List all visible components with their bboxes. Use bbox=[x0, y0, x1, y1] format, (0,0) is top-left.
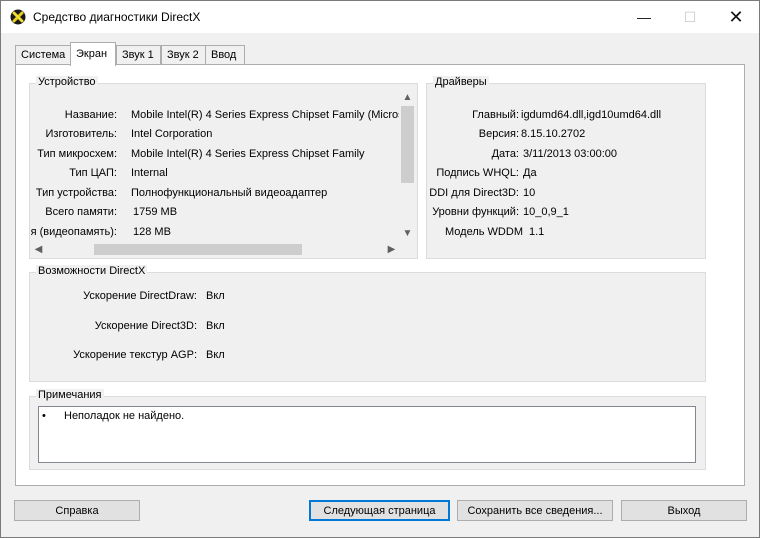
driver-row-version: Версия: 8.15.10.2702 bbox=[431, 128, 701, 146]
scrollbar-corner bbox=[399, 242, 416, 257]
exit-button[interactable]: Выход bbox=[621, 500, 747, 521]
bullet-icon: • bbox=[42, 410, 46, 422]
tab-label: Ввод bbox=[211, 49, 237, 61]
notes-text: Неполадок не найдено. bbox=[64, 410, 185, 422]
device-label: Тип микросхем: bbox=[37, 148, 117, 160]
feature-label: Ускорение Direct3D: bbox=[94, 320, 197, 332]
driver-value: 3/11/2013 03:00:00 bbox=[523, 148, 617, 160]
device-row-chip-type: Тип микросхем: Mobile Intel(R) 4 Series … bbox=[31, 148, 399, 166]
tab-label: Система bbox=[21, 49, 66, 61]
device-value: 1759 MB bbox=[133, 206, 178, 218]
horizontal-scroll-thumb[interactable] bbox=[94, 244, 302, 255]
device-label: Всего памяти: bbox=[45, 206, 117, 218]
device-value: 128 MB bbox=[133, 226, 171, 238]
driver-label: Версия: bbox=[478, 128, 519, 140]
device-label: Тип устройства: bbox=[35, 187, 117, 199]
feature-value: Вкл bbox=[206, 290, 225, 302]
driver-row-wddm-model: Модель WDDM 1.1 bbox=[431, 226, 701, 244]
device-info-list: Название: Mobile Intel(R) 4 Series Expre… bbox=[31, 101, 399, 242]
title-bar: Средство диагностики DirectX — ☐ ✕ bbox=[1, 1, 759, 33]
driver-value: 10_0,9_1 bbox=[523, 206, 569, 218]
help-button[interactable]: Справка bbox=[14, 500, 140, 521]
device-value: Полнофункциональный видеоадаптер bbox=[131, 187, 328, 199]
driver-row-feature-levels: Уровни функций: 10_0,9_1 bbox=[431, 206, 701, 224]
next-page-button[interactable]: Следующая страница bbox=[309, 500, 450, 521]
driver-value: Да bbox=[523, 167, 537, 179]
driver-label: Дата: bbox=[491, 148, 519, 160]
maximize-button[interactable]: ☐ bbox=[667, 1, 713, 33]
device-row-name: Название: Mobile Intel(R) 4 Series Expre… bbox=[31, 109, 399, 127]
driver-row-main: Главный: igdumd64.dll,igd10umd64.dll bbox=[431, 109, 701, 127]
driver-label: Модель WDDM bbox=[445, 226, 523, 238]
save-all-info-button-label: Сохранить все сведения... bbox=[467, 504, 603, 517]
tab-sound-1[interactable]: Звук 1 bbox=[116, 45, 161, 65]
feature-label: Ускорение DirectDraw: bbox=[83, 290, 197, 302]
driver-row-date: Дата: 3/11/2013 03:00:00 bbox=[431, 148, 701, 166]
tab-label: Звук 1 bbox=[122, 49, 154, 61]
drivers-group-title: Драйверы bbox=[433, 76, 489, 88]
driver-row-whql: Подпись WHQL: Да bbox=[431, 167, 701, 185]
scroll-right-icon[interactable]: ▶ bbox=[384, 242, 399, 257]
device-vertical-scrollbar[interactable]: ▲ ▼ bbox=[399, 89, 416, 242]
feature-value: Вкл bbox=[206, 320, 225, 332]
help-button-label: Справка bbox=[55, 504, 99, 517]
device-value: Internal bbox=[131, 167, 168, 179]
driver-value: 1.1 bbox=[529, 226, 545, 238]
feature-row-direct3d: Ускорение Direct3D: Вкл bbox=[41, 320, 341, 338]
feature-value: Вкл bbox=[206, 349, 225, 361]
tab-input[interactable]: Ввод bbox=[205, 45, 245, 65]
scroll-up-icon[interactable]: ▲ bbox=[399, 89, 416, 106]
driver-label: Подпись WHQL: bbox=[436, 167, 519, 179]
notes-textbox[interactable]: • Неполадок не найдено. bbox=[38, 406, 696, 463]
close-button[interactable]: ✕ bbox=[713, 1, 759, 33]
device-row-device-type: Тип устройства: Полнофункциональный виде… bbox=[31, 187, 399, 205]
directx-icon bbox=[10, 9, 26, 25]
device-label: я (видеопамять): bbox=[31, 226, 117, 238]
device-horizontal-scrollbar[interactable]: ◀ ▶ bbox=[31, 242, 399, 257]
scroll-down-icon[interactable]: ▼ bbox=[399, 225, 416, 242]
feature-row-directdraw: Ускорение DirectDraw: Вкл bbox=[41, 290, 341, 308]
driver-row-ddi: DDI для Direct3D: 10 bbox=[429, 187, 701, 205]
driver-value: igdumd64.dll,igd10umd64.dll bbox=[521, 109, 662, 121]
device-group-title: Устройство bbox=[36, 76, 98, 88]
device-label: Название: bbox=[64, 109, 117, 121]
tab-label: Экран bbox=[76, 48, 108, 60]
device-row-manufacturer: Изготовитель: Intel Corporation bbox=[31, 128, 399, 146]
tab-sound-2[interactable]: Звук 2 bbox=[161, 45, 206, 65]
feature-row-agp-texture: Ускорение текстур AGP: Вкл bbox=[41, 349, 341, 367]
device-value: Mobile Intel(R) 4 Series Express Chipset… bbox=[131, 109, 399, 121]
device-label: Тип ЦАП: bbox=[69, 167, 117, 179]
device-value: Mobile Intel(R) 4 Series Express Chipset… bbox=[131, 148, 365, 160]
scroll-left-icon[interactable]: ◀ bbox=[31, 242, 46, 257]
directx-diagnostic-window: Средство диагностики DirectX — ☐ ✕ Систе… bbox=[0, 0, 760, 538]
next-page-button-label: Следующая страница bbox=[323, 504, 436, 517]
feature-label: Ускорение текстур AGP: bbox=[73, 349, 197, 361]
driver-label: DDI для Direct3D: bbox=[429, 187, 519, 199]
driver-value: 8.15.10.2702 bbox=[521, 128, 586, 140]
exit-button-label: Выход bbox=[667, 504, 701, 517]
tab-display[interactable]: Экран bbox=[70, 42, 116, 66]
device-label: Изготовитель: bbox=[45, 128, 118, 140]
tab-system[interactable]: Система bbox=[15, 45, 71, 65]
device-value: Intel Corporation bbox=[131, 128, 213, 140]
directx-features-title: Возможности DirectX bbox=[36, 265, 148, 277]
minimize-button[interactable]: — bbox=[621, 1, 667, 33]
notes-group-title: Примечания bbox=[36, 389, 104, 401]
driver-value: 10 bbox=[523, 187, 536, 199]
vertical-scroll-thumb[interactable] bbox=[401, 106, 414, 183]
driver-label: Главный: bbox=[472, 109, 519, 121]
tab-label: Звук 2 bbox=[167, 49, 199, 61]
device-row-dac-type: Тип ЦАП: Internal bbox=[31, 167, 399, 185]
window-title: Средство диагностики DirectX bbox=[33, 10, 201, 24]
driver-label: Уровни функций: bbox=[432, 206, 519, 218]
save-all-info-button[interactable]: Сохранить все сведения... bbox=[457, 500, 613, 521]
device-row-video-memory: я (видеопамять): 128 MB bbox=[31, 226, 399, 242]
device-row-total-memory: Всего памяти: 1759 MB bbox=[31, 206, 399, 224]
